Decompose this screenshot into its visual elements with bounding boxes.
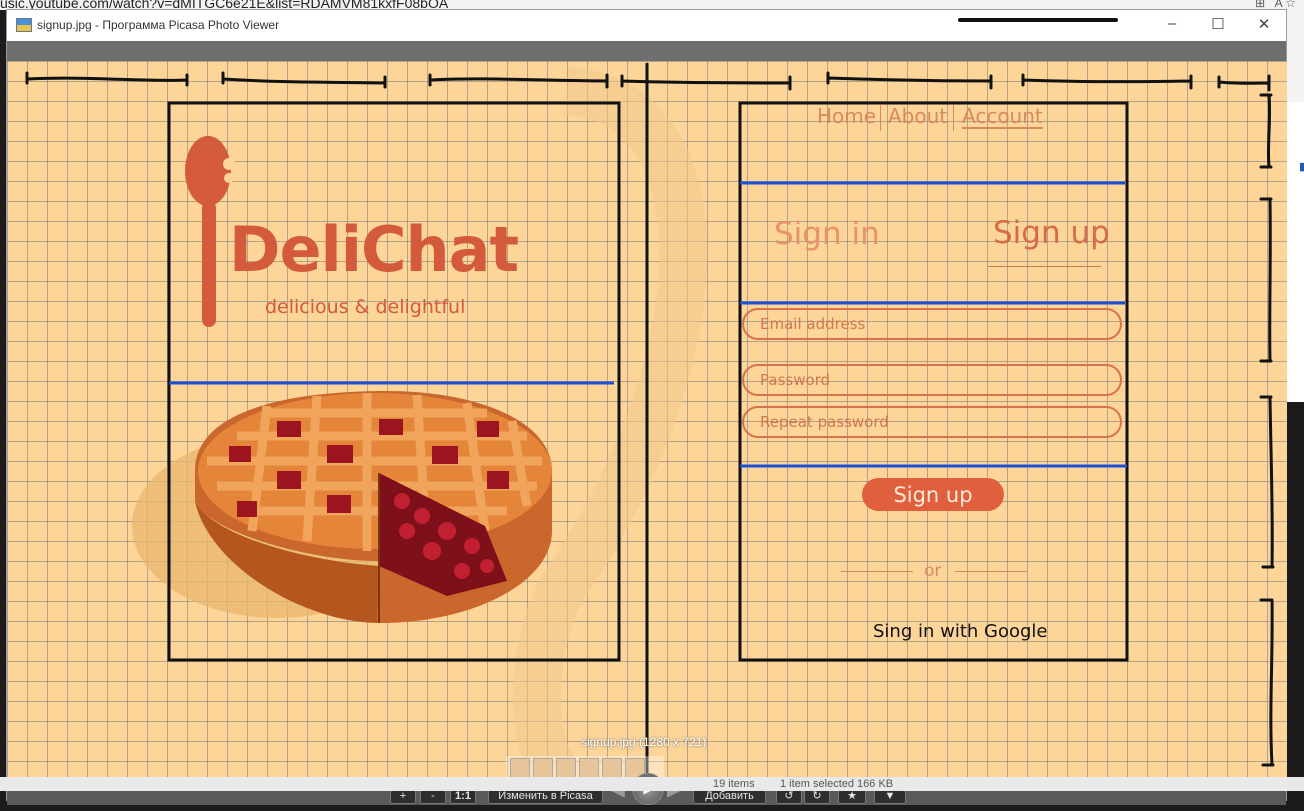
spoon-logo-icon (185, 136, 235, 327)
thumbnail[interactable] (579, 758, 599, 778)
active-tab-underline (988, 266, 1101, 267)
thumbnail[interactable] (556, 758, 576, 778)
picasa-app-icon (16, 18, 32, 32)
photo-viewer-area: DeliChat delicious & delightful Home Abo… (7, 61, 1287, 805)
or-divider-left (841, 571, 913, 572)
background-strip-lower (1287, 102, 1304, 402)
or-divider-right (955, 571, 1027, 572)
nav-link-account[interactable]: Account (962, 104, 1043, 128)
nav-link-about[interactable]: About (888, 104, 947, 128)
or-divider-text: or (924, 561, 942, 581)
window-title: signup.jpg - Программа Picasa Photo View… (37, 18, 280, 32)
minimize-button[interactable]: – (1157, 15, 1187, 35)
repeat-password-field[interactable] (742, 406, 1122, 438)
image-caption: signup.jpg (1280 x 721) (581, 735, 707, 749)
nav-separator (880, 105, 881, 131)
thumbnail[interactable] (533, 758, 553, 778)
viewer-top-band (7, 41, 1286, 61)
status-selection: 1 item selected 166 KB (780, 778, 894, 790)
delichat-logo-text: DeliChat (229, 213, 519, 286)
title-bar[interactable]: signup.jpg - Программа Picasa Photo View… (7, 10, 1286, 41)
google-signin-link[interactable]: Sing in with Google (873, 621, 1048, 642)
password-field[interactable] (742, 364, 1122, 396)
tab-sign-in[interactable]: Sign in (774, 216, 880, 252)
title-bar-marker-line (958, 18, 1118, 22)
thumbnail[interactable] (510, 758, 530, 778)
signup-sketch-image: DeliChat delicious & delightful Home Abo… (7, 61, 1287, 781)
tab-sign-up[interactable]: Sign up (993, 215, 1110, 251)
background-edge-icon: ◧ (1299, 160, 1304, 173)
status-item-count: 19 items (713, 778, 755, 790)
background-status-bar: 19 items 1 item selected 166 KB (0, 777, 1304, 791)
nav-link-home[interactable]: Home (817, 104, 876, 128)
delichat-tagline: delicious & delightful (265, 296, 466, 318)
signup-submit-button[interactable]: Sign up (862, 478, 1004, 511)
background-strip (1287, 10, 1304, 102)
email-field[interactable] (742, 308, 1122, 340)
close-button[interactable]: ✕ (1249, 15, 1279, 35)
picasa-photo-viewer-window: signup.jpg - Программа Picasa Photo View… (6, 9, 1287, 805)
maximize-button[interactable]: ☐ (1203, 15, 1233, 35)
nav-separator (953, 105, 954, 131)
